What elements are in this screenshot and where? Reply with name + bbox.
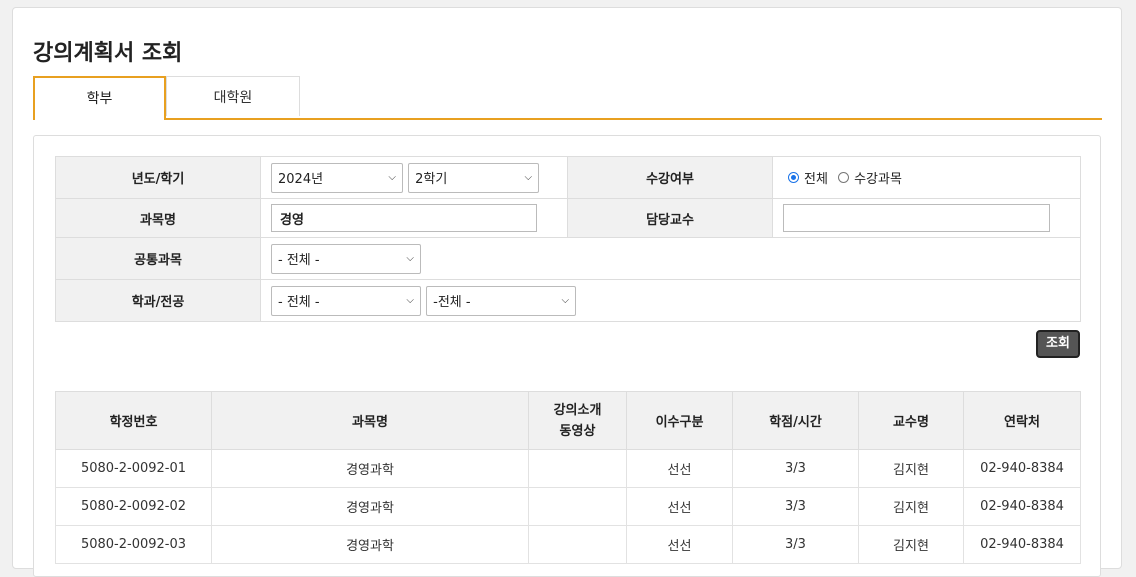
results-table: 학정번호 과목명 강의소개 동영상 이수구분 학점/시간 교수명 연락처 508…: [55, 391, 1081, 564]
col-credit-hours: 학점/시간: [732, 391, 859, 450]
cell-contact: 02-940-8384: [963, 525, 1081, 564]
cell-course-name[interactable]: 경영과학: [211, 449, 529, 488]
cell-course-name[interactable]: 경영과학: [211, 487, 529, 526]
year-select[interactable]: 2024년 ⌵: [271, 162, 403, 193]
search-box: 년도/학기 2024년 ⌵ 2학기 ⌵ 수강여부 전체 수강과목 과목명 경영 …: [33, 135, 1101, 577]
course-label: 과목명: [55, 198, 261, 238]
tab-graduate[interactable]: 대학원: [166, 76, 300, 116]
cell-intro-video: [528, 487, 627, 526]
col-course-code: 학정번호: [55, 391, 212, 450]
cell-contact: 02-940-8384: [963, 487, 1081, 526]
course-input[interactable]: 경영: [271, 204, 537, 232]
col-intro-video: 강의소개 동영상: [528, 391, 627, 450]
professor-label: 담당교수: [567, 198, 773, 238]
page-title: 강의계획서 조회: [33, 41, 183, 66]
tab-undergraduate[interactable]: 학부: [33, 76, 166, 120]
col-category: 이수구분: [626, 391, 733, 450]
table-row[interactable]: 5080-2-0092-03 경영과학 선선 3/3 김지현 02-940-83…: [55, 525, 1081, 564]
chevron-down-icon: ⌵: [524, 172, 533, 183]
search-button[interactable]: 조회: [1036, 330, 1080, 358]
year-select-value: 2024년: [278, 172, 324, 187]
cell-credit-hours: 3/3: [732, 525, 859, 564]
common-course-select[interactable]: - 전체 - ⌵: [271, 243, 421, 274]
radio-enrolled[interactable]: [838, 172, 850, 183]
search-form: 년도/학기 2024년 ⌵ 2학기 ⌵ 수강여부 전체 수강과목 과목명 경영 …: [55, 156, 1081, 322]
cell-intro-video: [528, 449, 627, 488]
radio-enrolled-label: 수강과목: [854, 172, 902, 187]
dept-select-value: - 전체 -: [278, 295, 320, 310]
professor-input[interactable]: [783, 204, 1050, 232]
dept-label: 학과/전공: [55, 279, 261, 322]
common-course-label: 공통과목: [55, 237, 261, 280]
cell-category: 선선: [626, 487, 733, 526]
year-term-label: 년도/학기: [55, 156, 261, 199]
chevron-down-icon: ⌵: [406, 295, 414, 306]
radio-all-label: 전체: [804, 172, 828, 187]
major-select-value: -전체 -: [433, 295, 471, 310]
radio-all[interactable]: [788, 172, 799, 183]
cell-contact: 02-940-8384: [963, 449, 1081, 488]
term-select-value: 2학기: [415, 172, 448, 187]
cell-course-code: 5080-2-0092-01: [55, 449, 212, 488]
col-contact: 연락처: [963, 391, 1081, 450]
cell-professor: 김지현: [858, 525, 964, 564]
term-select[interactable]: 2학기 ⌵: [408, 162, 540, 193]
cell-course-code: 5080-2-0092-03: [55, 525, 212, 564]
cell-course-code: 5080-2-0092-02: [55, 487, 212, 526]
cell-credit-hours: 3/3: [732, 449, 859, 488]
radio-all-option[interactable]: 전체: [788, 168, 828, 187]
results-header-row: 학정번호 과목명 강의소개 동영상 이수구분 학점/시간 교수명 연락처: [55, 391, 1081, 450]
main-panel: 강의계획서 조회 학부 대학원 년도/학기 2024년 ⌵ 2학기 ⌵ 수강여부: [12, 7, 1122, 577]
cell-intro-video: [528, 525, 627, 564]
cell-professor: 김지현: [858, 487, 964, 526]
col-professor: 교수명: [858, 391, 964, 450]
table-row[interactable]: 5080-2-0092-02 경영과학 선선 3/3 김지현 02-940-83…: [55, 487, 1081, 526]
cell-professor: 김지현: [858, 449, 964, 488]
chevron-down-icon: ⌵: [388, 172, 396, 183]
common-course-value: - 전체 -: [278, 253, 320, 268]
cell-category: 선선: [626, 525, 733, 564]
col-course-name: 과목명: [211, 391, 529, 450]
dept-select[interactable]: - 전체 - ⌵: [271, 285, 421, 316]
chevron-down-icon: ⌵: [561, 295, 570, 306]
cell-credit-hours: 3/3: [732, 487, 859, 526]
cell-category: 선선: [626, 449, 733, 488]
major-select[interactable]: -전체 - ⌵: [426, 285, 577, 316]
table-row[interactable]: 5080-2-0092-01 경영과학 선선 3/3 김지현 02-940-83…: [55, 449, 1081, 488]
tab-bar: 학부 대학원: [33, 76, 1102, 120]
radio-enrolled-option[interactable]: 수강과목: [838, 168, 902, 187]
chevron-down-icon: ⌵: [406, 253, 414, 264]
cell-course-name[interactable]: 경영과학: [211, 525, 529, 564]
enroll-label: 수강여부: [567, 156, 773, 199]
